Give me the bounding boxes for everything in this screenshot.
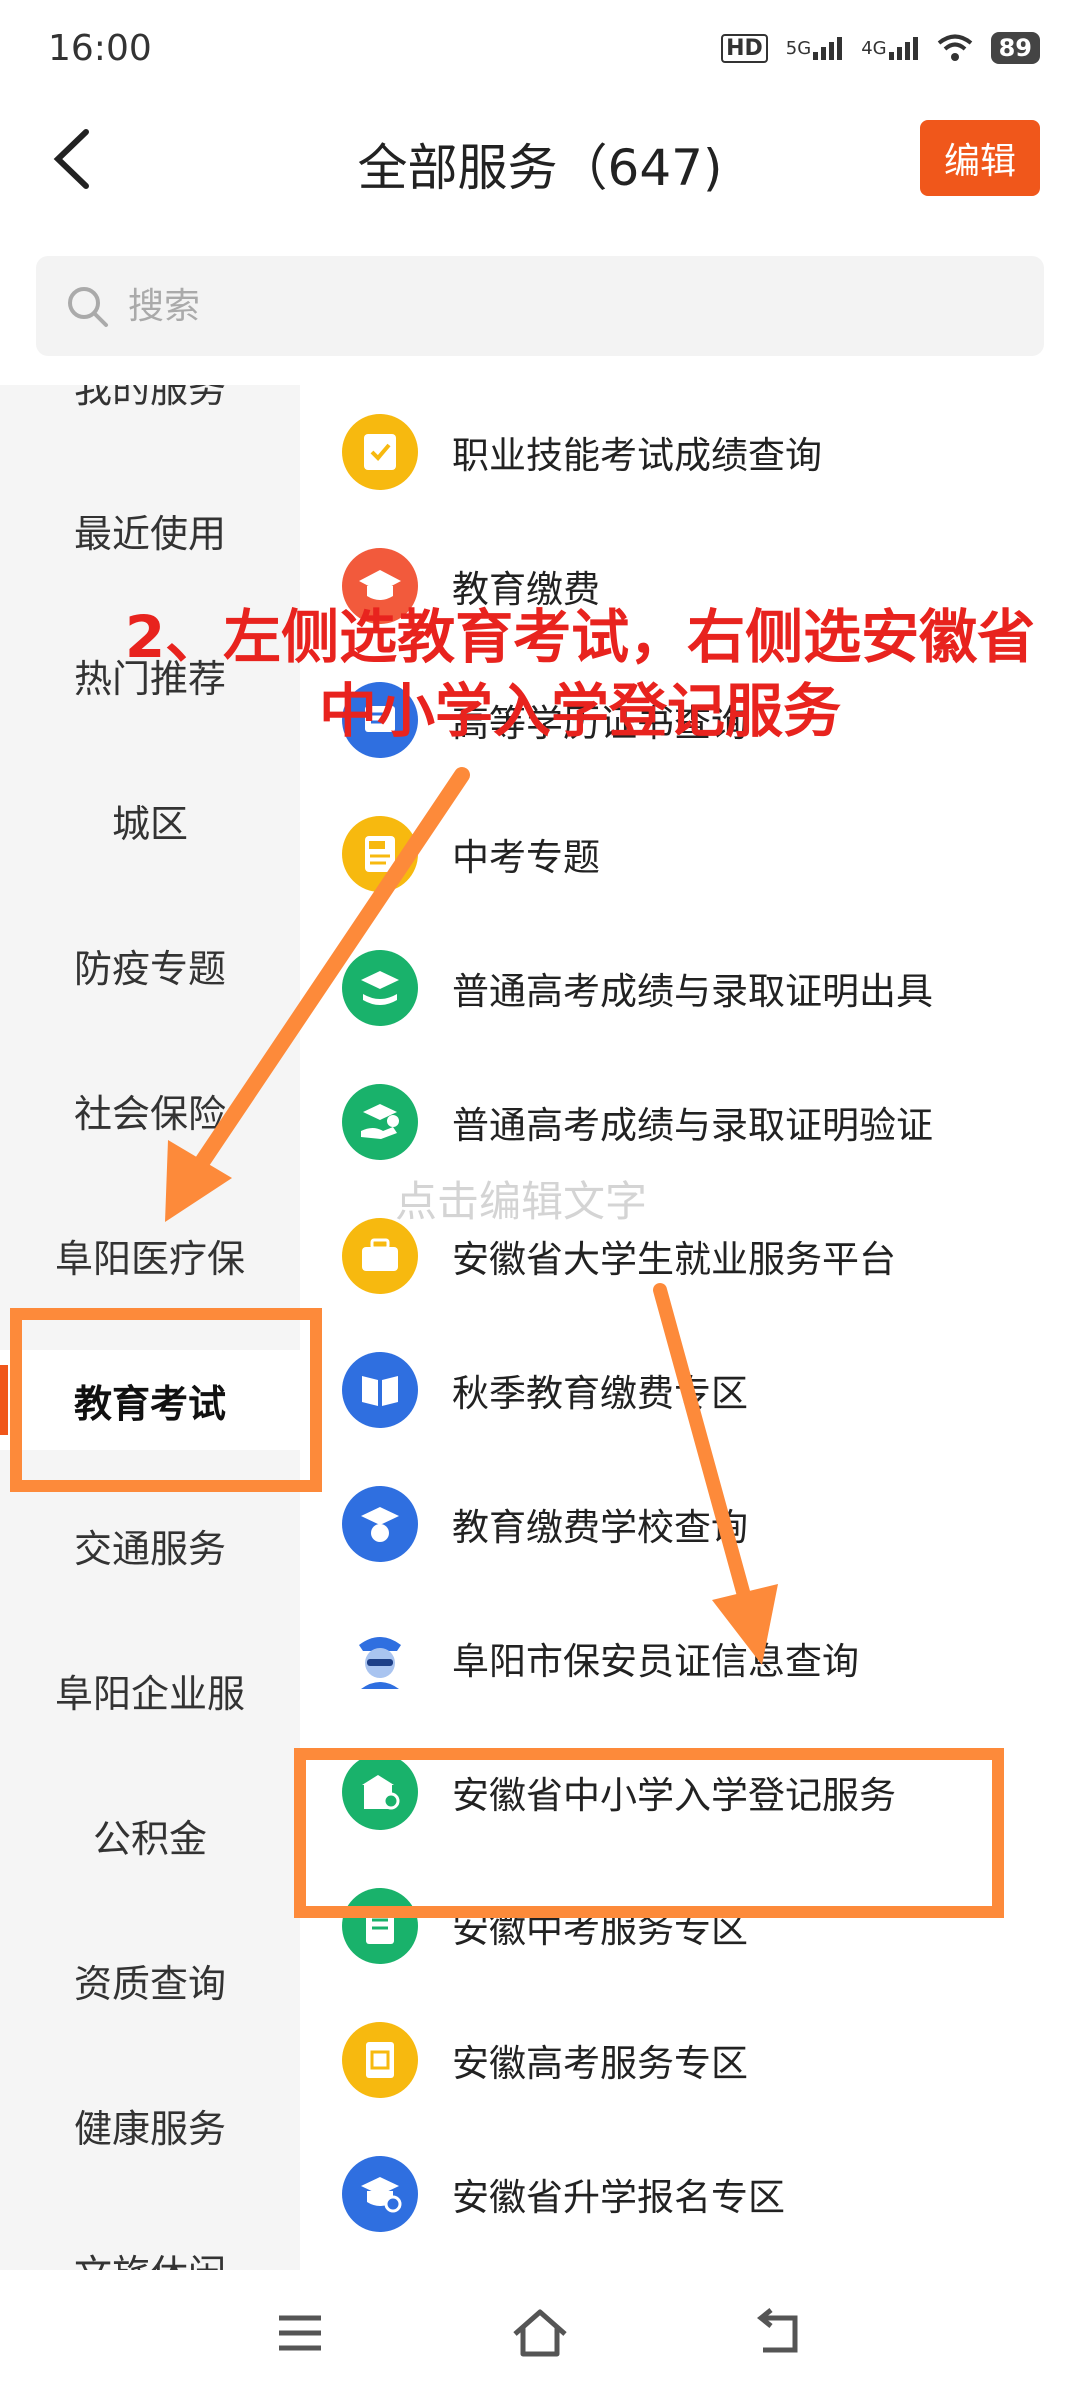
home-button[interactable] [505,2298,575,2368]
menu-button[interactable] [265,2298,335,2368]
arrow-to-education [165,767,470,1222]
system-nav-bar [0,2270,1080,2400]
back-nav-button[interactable] [745,2298,815,2368]
arrow-to-enrollment [653,1283,778,1665]
menu-icon [279,2315,321,2351]
annotation-arrows [165,767,778,1665]
highlight-box-education [10,1308,322,1492]
highlight-box-enrollment [294,1748,1004,1918]
return-icon [756,2308,798,2353]
home-icon [513,2309,567,2357]
